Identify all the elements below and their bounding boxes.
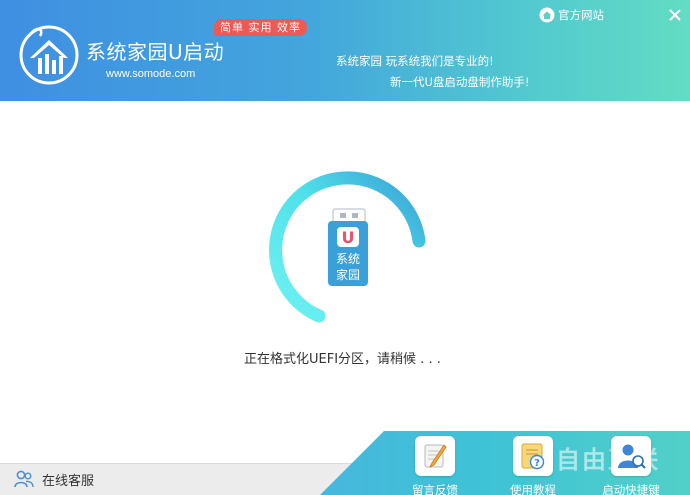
status-text: 正在格式化UEFI分区，请稍候 . . . xyxy=(244,352,441,367)
close-button[interactable] xyxy=(664,4,686,26)
house-logo-icon xyxy=(19,25,79,85)
online-service-label: 在线客服 xyxy=(42,473,95,489)
tutorial-icon: ? xyxy=(513,436,553,476)
app-url: www.somode.com xyxy=(106,68,196,80)
slogan-badge: 简单 实用 效率 xyxy=(214,19,307,36)
home-icon xyxy=(539,7,555,23)
official-site-label: 官方网站 xyxy=(558,8,604,22)
slogan-line-2: 新一代U盘启动盘制作助手! xyxy=(390,75,530,89)
official-site-link[interactable]: 官方网站 xyxy=(539,6,604,24)
feedback-label: 留言反馈 xyxy=(412,483,458,495)
usb-label-line-1: 系统 xyxy=(336,252,360,266)
feedback-button[interactable]: 留言反馈 xyxy=(400,436,470,495)
online-service-button[interactable]: 在线客服 xyxy=(14,467,94,491)
app-title: 系统家园U启动 xyxy=(86,40,225,64)
tutorial-label: 使用教程 xyxy=(510,483,556,495)
progress-spinner: U 系统 家园 xyxy=(269,171,426,323)
slogan-line-1: 系统家园 玩系统我们是专业的! xyxy=(336,54,494,68)
usb-badge-letter: U xyxy=(342,228,355,247)
hotkey-label: 启动快捷键 xyxy=(602,483,660,495)
usb-drive-icon: U 系统 家园 xyxy=(328,208,368,286)
hotkey-icon xyxy=(611,436,651,476)
svg-text:?: ? xyxy=(534,458,540,469)
customer-service-icon xyxy=(14,470,34,488)
tutorial-button[interactable]: ? 使用教程 xyxy=(498,436,568,495)
hotkey-button[interactable]: 启动快捷键 xyxy=(596,436,666,495)
feedback-icon xyxy=(415,436,455,476)
header: 系统家园U启动 www.somode.com 简单 实用 效率 系统家园 玩系统… xyxy=(0,0,690,101)
usb-label-line-2: 家园 xyxy=(336,267,360,282)
